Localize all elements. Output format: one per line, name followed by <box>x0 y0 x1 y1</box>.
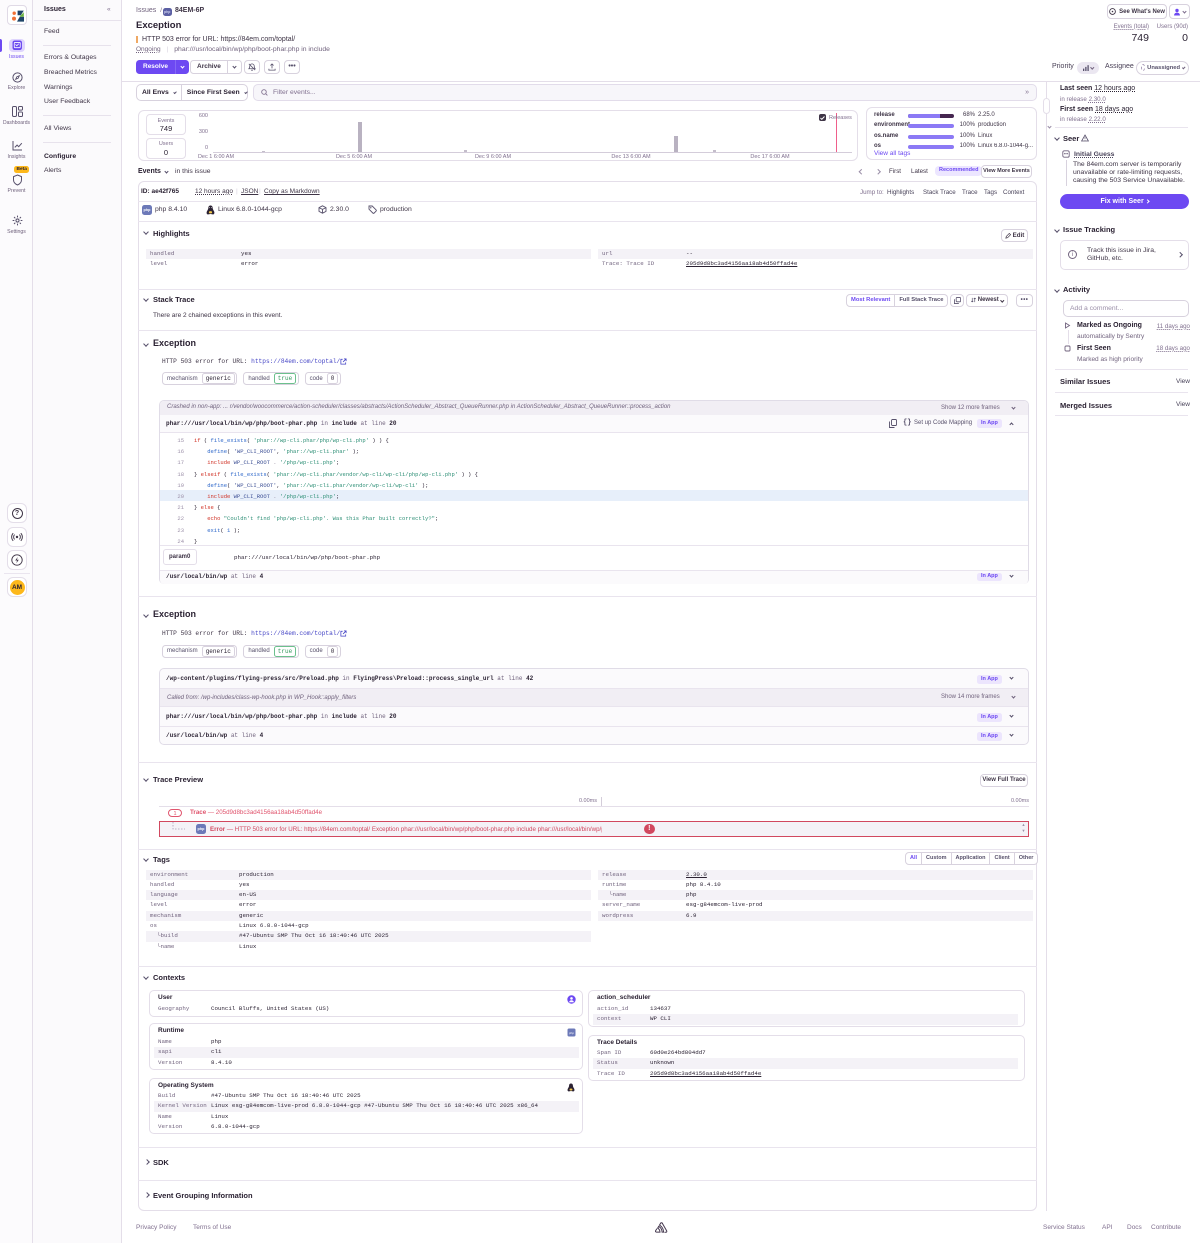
svg-text:php: php <box>569 1031 574 1035</box>
